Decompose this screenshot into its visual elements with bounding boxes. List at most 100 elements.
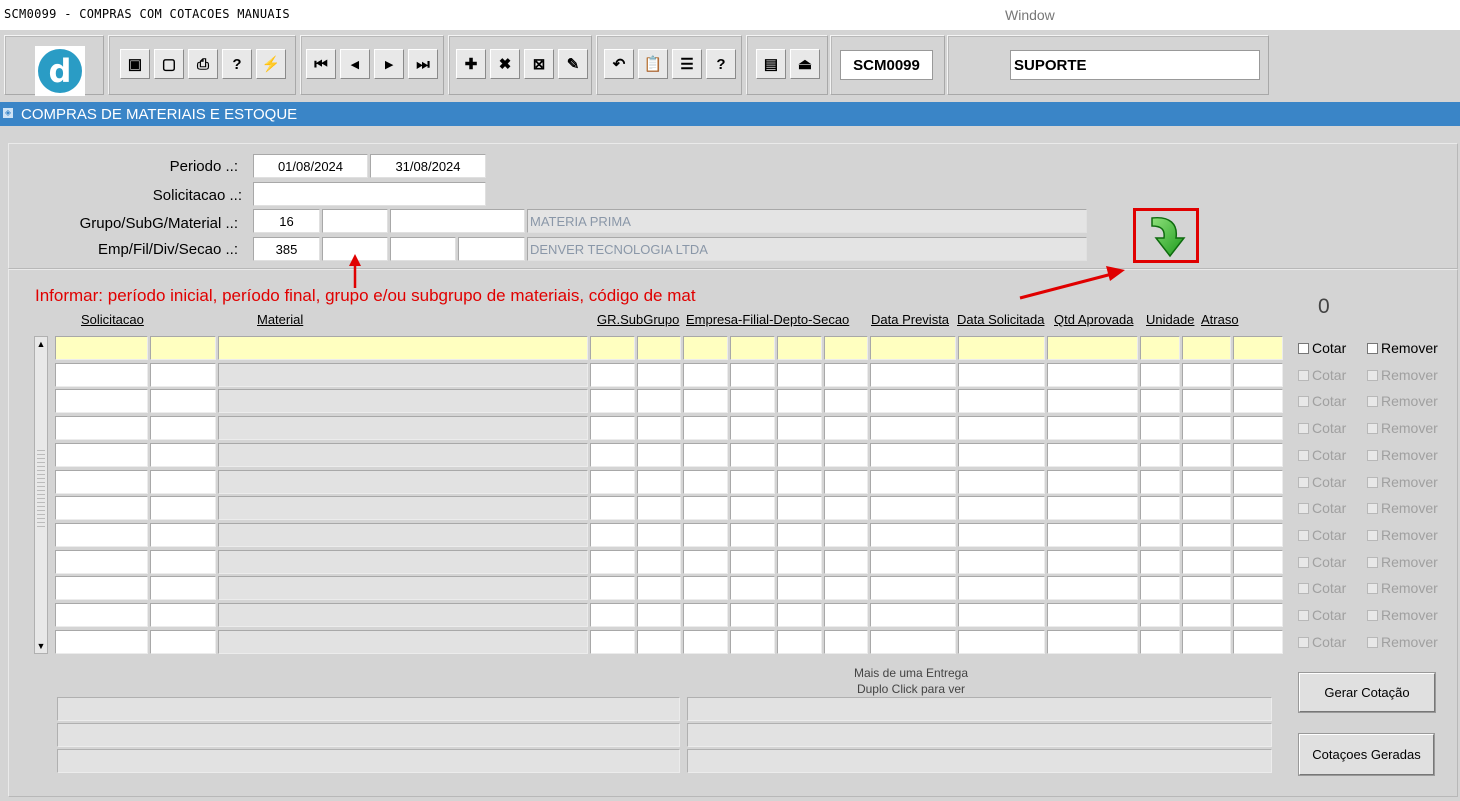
cell-material[interactable]	[218, 523, 588, 547]
cell-grupo[interactable]	[590, 336, 635, 360]
cell-qtd-aprovada[interactable]	[1047, 363, 1138, 387]
cell-material[interactable]	[218, 630, 588, 654]
remover-checkbox[interactable]: Remover	[1367, 420, 1438, 436]
cell-grupo[interactable]	[590, 630, 635, 654]
cell-solicitacao[interactable]	[55, 630, 148, 654]
cell-filial[interactable]	[730, 470, 775, 494]
cell-unidade[interactable]	[1140, 496, 1180, 520]
cell-depto[interactable]	[777, 389, 822, 413]
cell-data-prevista[interactable]	[870, 470, 956, 494]
cell-empresa[interactable]	[683, 336, 728, 360]
cell-depto[interactable]	[777, 523, 822, 547]
checkbox-box[interactable]	[1367, 369, 1378, 381]
cell-filial[interactable]	[730, 550, 775, 574]
cell-atraso[interactable]	[1233, 603, 1283, 627]
grid-scrollbar[interactable]: ▲ ▼	[34, 336, 48, 654]
cell-unidade[interactable]	[1140, 363, 1180, 387]
cell-solicitacao[interactable]	[55, 416, 148, 440]
cell-material[interactable]	[218, 336, 588, 360]
cell-grupo[interactable]	[590, 470, 635, 494]
checkbox-box[interactable]	[1298, 609, 1309, 621]
cell-solicitacao[interactable]	[55, 336, 148, 360]
checkbox-box[interactable]	[1298, 476, 1309, 488]
cell-data-prevista[interactable]	[870, 336, 956, 360]
cell-material[interactable]	[218, 496, 588, 520]
cell-solicitacao[interactable]	[55, 443, 148, 467]
cell-grupo[interactable]	[590, 576, 635, 600]
cell-depto[interactable]	[777, 443, 822, 467]
cell-filial[interactable]	[730, 336, 775, 360]
cell-solicitacao-2[interactable]	[150, 470, 216, 494]
cell-atraso[interactable]	[1233, 550, 1283, 574]
cell-unidade[interactable]	[1140, 416, 1180, 440]
cell-qtd-aprovada[interactable]	[1047, 416, 1138, 440]
cell-data-solicitada[interactable]	[958, 416, 1045, 440]
cell-depto[interactable]	[777, 363, 822, 387]
cell-subgrupo[interactable]	[637, 389, 681, 413]
scroll-up-icon[interactable]: ▲	[35, 337, 47, 351]
cell-unidade-2[interactable]	[1182, 576, 1231, 600]
cotar-checkbox[interactable]: Cotar	[1298, 500, 1346, 516]
cell-secao[interactable]	[824, 389, 868, 413]
cell-qtd-aprovada[interactable]	[1047, 576, 1138, 600]
cell-unidade[interactable]	[1140, 470, 1180, 494]
cell-qtd-aprovada[interactable]	[1047, 389, 1138, 413]
cell-secao[interactable]	[824, 363, 868, 387]
cell-grupo[interactable]	[590, 416, 635, 440]
cell-depto[interactable]	[777, 603, 822, 627]
cotar-checkbox[interactable]: Cotar	[1298, 607, 1346, 623]
cell-unidade-2[interactable]	[1182, 523, 1231, 547]
checkbox-box[interactable]	[1367, 556, 1378, 568]
cell-secao[interactable]	[824, 523, 868, 547]
checkbox-box[interactable]	[1367, 636, 1378, 648]
cell-data-solicitada[interactable]	[958, 336, 1045, 360]
scroll-down-icon[interactable]: ▼	[35, 639, 47, 653]
cell-unidade-2[interactable]	[1182, 336, 1231, 360]
remover-checkbox[interactable]: Remover	[1367, 367, 1438, 383]
cell-qtd-aprovada[interactable]	[1047, 630, 1138, 654]
cell-data-prevista[interactable]	[870, 416, 956, 440]
cell-filial[interactable]	[730, 496, 775, 520]
cell-filial[interactable]	[730, 443, 775, 467]
cell-atraso[interactable]	[1233, 443, 1283, 467]
cell-filial[interactable]	[730, 523, 775, 547]
cell-depto[interactable]	[777, 630, 822, 654]
cell-unidade[interactable]	[1140, 550, 1180, 574]
scroll-thumb[interactable]	[37, 447, 45, 527]
cotar-checkbox[interactable]: Cotar	[1298, 527, 1346, 543]
cell-solicitacao-2[interactable]	[150, 336, 216, 360]
cell-solicitacao-2[interactable]	[150, 363, 216, 387]
cell-secao[interactable]	[824, 603, 868, 627]
cell-secao[interactable]	[824, 443, 868, 467]
cell-material[interactable]	[218, 550, 588, 574]
cell-qtd-aprovada[interactable]	[1047, 443, 1138, 467]
remover-checkbox[interactable]: Remover	[1367, 340, 1438, 356]
cell-empresa[interactable]	[683, 576, 728, 600]
remover-checkbox[interactable]: Remover	[1367, 393, 1438, 409]
cell-unidade-2[interactable]	[1182, 416, 1231, 440]
cell-solicitacao[interactable]	[55, 496, 148, 520]
cell-data-solicitada[interactable]	[958, 523, 1045, 547]
cell-grupo[interactable]	[590, 523, 635, 547]
cell-secao[interactable]	[824, 470, 868, 494]
cell-material[interactable]	[218, 603, 588, 627]
cell-filial[interactable]	[730, 363, 775, 387]
cell-unidade[interactable]	[1140, 389, 1180, 413]
cell-secao[interactable]	[824, 416, 868, 440]
cell-depto[interactable]	[777, 550, 822, 574]
cell-solicitacao-2[interactable]	[150, 496, 216, 520]
cell-unidade[interactable]	[1140, 576, 1180, 600]
cell-subgrupo[interactable]	[637, 523, 681, 547]
cell-empresa[interactable]	[683, 389, 728, 413]
cell-material[interactable]	[218, 416, 588, 440]
cell-solicitacao[interactable]	[55, 576, 148, 600]
remover-checkbox[interactable]: Remover	[1367, 474, 1438, 490]
cell-qtd-aprovada[interactable]	[1047, 523, 1138, 547]
cell-filial[interactable]	[730, 630, 775, 654]
cell-solicitacao[interactable]	[55, 603, 148, 627]
cell-qtd-aprovada[interactable]	[1047, 336, 1138, 360]
cell-atraso[interactable]	[1233, 496, 1283, 520]
checkbox-box[interactable]	[1367, 582, 1378, 594]
cell-data-solicitada[interactable]	[958, 576, 1045, 600]
cell-filial[interactable]	[730, 576, 775, 600]
